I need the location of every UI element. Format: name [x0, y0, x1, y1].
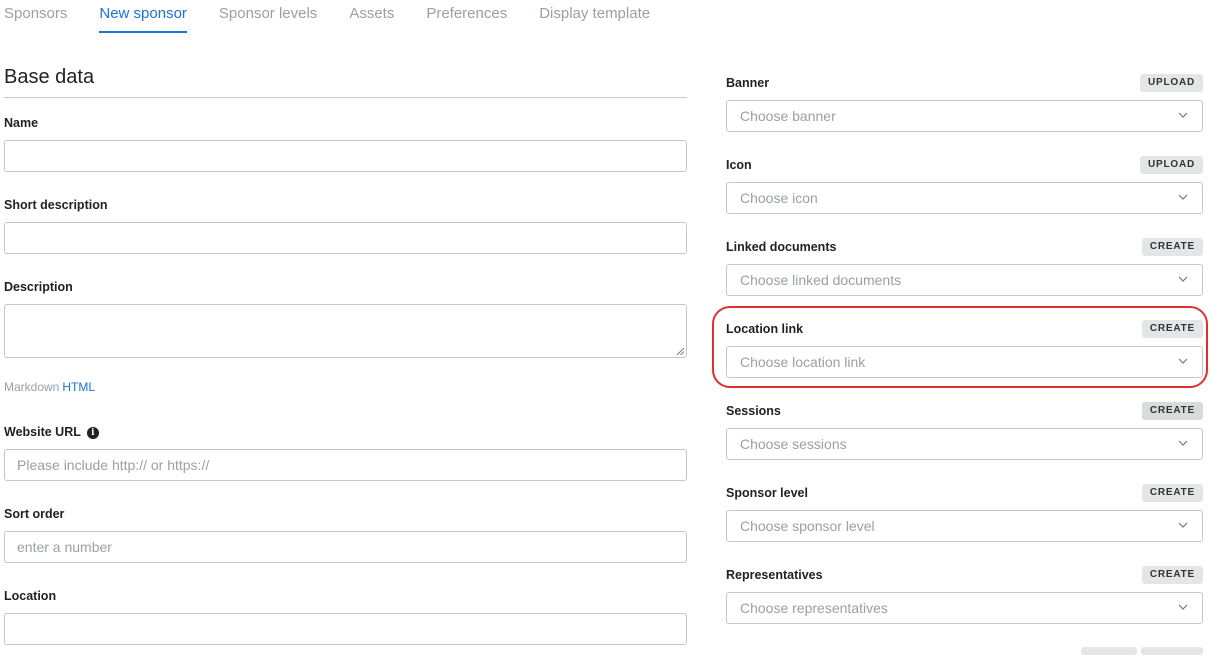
sponsor-level-select-placeholder: Choose sponsor level [740, 518, 875, 534]
short-description-input[interactable] [4, 222, 687, 254]
description-label: Description [4, 280, 73, 294]
banner-label: Banner [726, 76, 770, 90]
chevron-down-icon [1178, 440, 1188, 446]
linked-documents-select-placeholder: Choose linked documents [740, 272, 902, 288]
tab-sponsors[interactable]: Sponsors [4, 0, 67, 28]
chevron-down-icon [1178, 276, 1188, 282]
sponsor-level-create-button[interactable]: CREATE [1141, 484, 1203, 502]
tab-new-sponsor[interactable]: New sponsor [99, 0, 187, 33]
chevron-down-icon [1178, 522, 1188, 528]
section-title: Base data [4, 66, 687, 98]
sort-order-input[interactable]: enter a number [4, 531, 687, 563]
website-url-input[interactable]: Please include http:// or https:// [4, 449, 687, 481]
representatives-select-placeholder: Choose representatives [740, 600, 888, 616]
chevron-down-icon [1178, 194, 1188, 200]
footer-button-partial[interactable] [1141, 647, 1203, 655]
sessions-create-button[interactable]: CREATE [1141, 402, 1203, 420]
markdown-option[interactable]: Markdown [4, 380, 59, 394]
website-url-label-text: Website URL [4, 425, 81, 439]
linked-documents-select[interactable]: Choose linked documents [726, 264, 1203, 296]
representatives-select[interactable]: Choose representatives [726, 592, 1203, 624]
sessions-select[interactable]: Choose sessions [726, 428, 1203, 460]
location-input[interactable] [4, 613, 687, 645]
name-input[interactable] [4, 140, 687, 172]
tab-bar: Sponsors New sponsor Sponsor levels Asse… [4, 0, 682, 34]
location-link-select[interactable]: Choose location link [726, 346, 1203, 378]
banner-select-placeholder: Choose banner [740, 108, 836, 124]
tab-preferences[interactable]: Preferences [426, 0, 507, 28]
sessions-select-placeholder: Choose sessions [740, 436, 847, 452]
banner-select[interactable]: Choose banner [726, 100, 1203, 132]
tab-display-template[interactable]: Display template [539, 0, 650, 28]
html-option[interactable]: HTML [62, 380, 95, 394]
chevron-down-icon [1178, 604, 1188, 610]
tab-assets[interactable]: Assets [349, 0, 394, 28]
base-data-section: Base data Name Short description Descrip… [4, 66, 687, 645]
representatives-label: Representatives [726, 568, 823, 582]
sponsor-level-select[interactable]: Choose sponsor level [726, 510, 1203, 542]
name-label: Name [4, 116, 39, 130]
icon-select-placeholder: Choose icon [740, 190, 818, 206]
icon-upload-button[interactable]: UPLOAD [1139, 156, 1203, 174]
sessions-label: Sessions [726, 404, 781, 418]
website-url-label: Website URL i [4, 425, 99, 439]
tab-sponsor-levels[interactable]: Sponsor levels [219, 0, 317, 28]
chevron-down-icon [1178, 112, 1188, 118]
representatives-create-button[interactable]: CREATE [1141, 566, 1203, 584]
format-switch: Markdown HTML [4, 380, 95, 394]
linked-documents-label: Linked documents [726, 240, 837, 254]
sort-order-label: Sort order [4, 507, 65, 521]
footer-button-partial[interactable] [1081, 647, 1137, 655]
location-link-select-placeholder: Choose location link [740, 354, 866, 370]
location-link-create-button[interactable]: CREATE [1141, 320, 1203, 338]
sponsor-level-label: Sponsor level [726, 486, 808, 500]
assets-section: Banner UPLOAD Choose banner Icon UPLOAD … [726, 0, 1203, 655]
location-label: Location [4, 589, 57, 603]
description-textarea[interactable] [4, 304, 687, 358]
linked-documents-create-button[interactable]: CREATE [1141, 238, 1203, 256]
info-icon[interactable]: i [86, 427, 99, 439]
banner-upload-button[interactable]: UPLOAD [1139, 74, 1203, 92]
icon-label: Icon [726, 158, 752, 172]
short-description-label: Short description [4, 198, 108, 212]
icon-select[interactable]: Choose icon [726, 182, 1203, 214]
chevron-down-icon [1178, 358, 1188, 364]
location-link-label: Location link [726, 322, 804, 336]
resize-handle-icon[interactable] [677, 348, 684, 355]
